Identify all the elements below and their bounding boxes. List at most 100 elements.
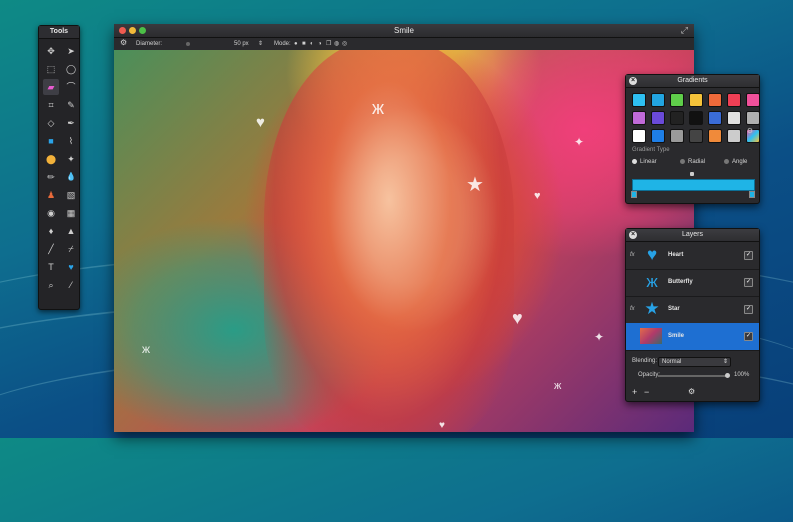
star-shape: ★: [466, 174, 484, 196]
diameter-label: Diameter:: [136, 41, 163, 47]
gradient-swatch[interactable]: [746, 111, 760, 125]
heart-shape-icon[interactable]: ♥: [63, 259, 79, 275]
mode-circle-icon[interactable]: ◐: [310, 40, 314, 48]
stamp-icon[interactable]: ♟: [43, 187, 59, 203]
mode-normal-icon[interactable]: ●: [294, 40, 298, 48]
mode-copy-icon[interactable]: ❐: [326, 40, 331, 48]
crop-icon[interactable]: ⌗: [43, 97, 59, 113]
gradient-swatch[interactable]: [689, 111, 703, 125]
window-title: Smile: [393, 26, 414, 35]
layer-name: Heart: [668, 252, 684, 258]
blending-label: Blending:: [632, 358, 658, 364]
gear-icon[interactable]: ⚙: [120, 39, 127, 47]
diameter-slider-knob[interactable]: [186, 42, 190, 46]
sharpen-icon[interactable]: ▲: [63, 223, 79, 239]
pencil-icon[interactable]: ✎: [63, 97, 79, 113]
blur-icon[interactable]: ▧: [63, 187, 79, 203]
visibility-checkbox[interactable]: ✓: [744, 251, 753, 260]
gradient-swatch[interactable]: [651, 129, 665, 143]
gradient-swatch[interactable]: [651, 93, 665, 107]
gradient-stop-right[interactable]: [749, 191, 755, 198]
visibility-checkbox[interactable]: ✓: [744, 278, 753, 287]
magic-wand-icon[interactable]: ✦: [63, 151, 79, 167]
stepper-icon[interactable]: ⇕: [258, 40, 263, 48]
brush-icon[interactable]: ⌇: [63, 133, 79, 149]
radio-label: Angle: [732, 159, 748, 166]
visibility-checkbox[interactable]: ✓: [744, 305, 753, 314]
gear-icon[interactable]: ⚙: [747, 127, 753, 135]
paint-drop-icon[interactable]: 💧: [63, 169, 79, 185]
layer-row-heart[interactable]: fx ♥ Heart ✓: [626, 242, 759, 270]
mode-target-icon[interactable]: ◎: [342, 40, 347, 48]
add-layer-icon[interactable]: +: [632, 387, 637, 397]
gradient-swatch[interactable]: [632, 93, 646, 107]
move-icon[interactable]: ✥: [43, 43, 59, 59]
blending-select[interactable]: Normal ⇕: [658, 357, 731, 367]
portrait-subject: [264, 50, 514, 432]
gradient-midpoint-handle[interactable]: [690, 172, 694, 176]
arrow-icon[interactable]: ➤: [63, 43, 79, 59]
drop-icon[interactable]: ♦: [43, 223, 59, 239]
title-bar[interactable]: Smile ⤢: [114, 24, 694, 38]
line-icon[interactable]: ╱: [43, 241, 59, 257]
mode-blend-icon[interactable]: ◑: [318, 40, 322, 48]
gradient-swatch[interactable]: [670, 111, 684, 125]
pencil-dark-icon[interactable]: ✏: [43, 169, 59, 185]
gear-icon[interactable]: ⚙: [688, 387, 695, 396]
butterfly-shape: ж: [372, 98, 385, 118]
ellipse-select-icon[interactable]: ◯: [63, 61, 79, 77]
gradient-swatch[interactable]: [670, 93, 684, 107]
diameter-value[interactable]: 50 px: [234, 40, 249, 48]
visibility-checkbox[interactable]: ✓: [744, 332, 753, 341]
rect-select-icon[interactable]: ⬚: [43, 61, 59, 77]
opacity-slider[interactable]: [658, 373, 730, 378]
gradient-swatch[interactable]: [708, 129, 722, 143]
gradient-swatch[interactable]: [727, 111, 741, 125]
radio-linear[interactable]: Linear: [632, 159, 657, 165]
mode-square-icon[interactable]: ■: [302, 40, 306, 48]
gradient-swatch[interactable]: [689, 129, 703, 143]
text-icon[interactable]: T: [43, 259, 59, 275]
eyedropper-icon[interactable]: ⁄: [63, 277, 79, 293]
chevron-updown-icon: ⇕: [722, 359, 728, 365]
pen-icon[interactable]: ✒: [63, 115, 79, 131]
gradient-swatch[interactable]: [727, 129, 741, 143]
layers-title-bar[interactable]: × Layers: [626, 229, 759, 242]
brush-alt-icon[interactable]: ⌿: [63, 241, 79, 257]
remove-layer-icon[interactable]: −: [644, 387, 649, 397]
gradient-bar[interactable]: [632, 179, 755, 191]
layer-row-star[interactable]: fx ★ Star ✓: [626, 296, 759, 324]
square-shape-icon[interactable]: ■: [43, 133, 59, 149]
layer-row-butterfly[interactable]: ж Butterfly ✓: [626, 269, 759, 297]
eye-icon[interactable]: ◉: [43, 205, 59, 221]
mode-clone-icon[interactable]: ◍: [334, 40, 339, 48]
eraser-icon[interactable]: ▰: [43, 79, 59, 95]
gradient-swatch[interactable]: [670, 129, 684, 143]
layer-row-smile[interactable]: Smile ✓: [626, 323, 759, 351]
smudge-icon[interactable]: ▦: [63, 205, 79, 221]
radio-radial[interactable]: Radial: [680, 159, 705, 165]
fullscreen-icon[interactable]: ⤢: [681, 25, 688, 36]
tools-grid: ✥ ➤ ⬚ ◯ ▰ ⌒ ⌗ ✎ ◇ ✒ ■ ⌇ ⬤ ✦ ✏ 💧 ♟ ▧ ◉ ▦ ♦ ▲ ╱ ⌿ T ♥ ⌕ ⁄: [39, 39, 79, 297]
photo-thumbnail: [640, 328, 662, 344]
radio-angle[interactable]: Angle: [724, 159, 747, 165]
ellipse-shape-icon[interactable]: ⬤: [43, 151, 59, 167]
gradients-title-bar[interactable]: × Gradients: [626, 75, 759, 88]
eraser-small-icon[interactable]: ◇: [43, 115, 59, 131]
zoom-icon[interactable]: ⌕: [43, 277, 59, 293]
close-icon[interactable]: ×: [629, 77, 637, 85]
opacity-slider-knob[interactable]: [725, 373, 730, 378]
gradient-swatch[interactable]: [708, 93, 722, 107]
gradient-swatch[interactable]: [651, 111, 665, 125]
gradient-swatch[interactable]: [746, 93, 760, 107]
lasso-icon[interactable]: ⌒: [63, 79, 79, 95]
gradient-swatch[interactable]: [689, 93, 703, 107]
gradient-swatch[interactable]: [632, 129, 646, 143]
document-window: Smile ⤢ ⚙ Diameter: 50 px ⇕ Mode: ● ■ ◐ …: [114, 24, 694, 432]
image-canvas[interactable]: ж ♥ ★ ♥ ж ✦ ♥ ✦ ж ♥: [114, 50, 694, 432]
close-icon[interactable]: ×: [629, 231, 637, 239]
gradient-swatch[interactable]: [632, 111, 646, 125]
gradient-swatch[interactable]: [727, 93, 741, 107]
gradient-stop-left[interactable]: [631, 191, 637, 198]
gradient-swatch[interactable]: [708, 111, 722, 125]
